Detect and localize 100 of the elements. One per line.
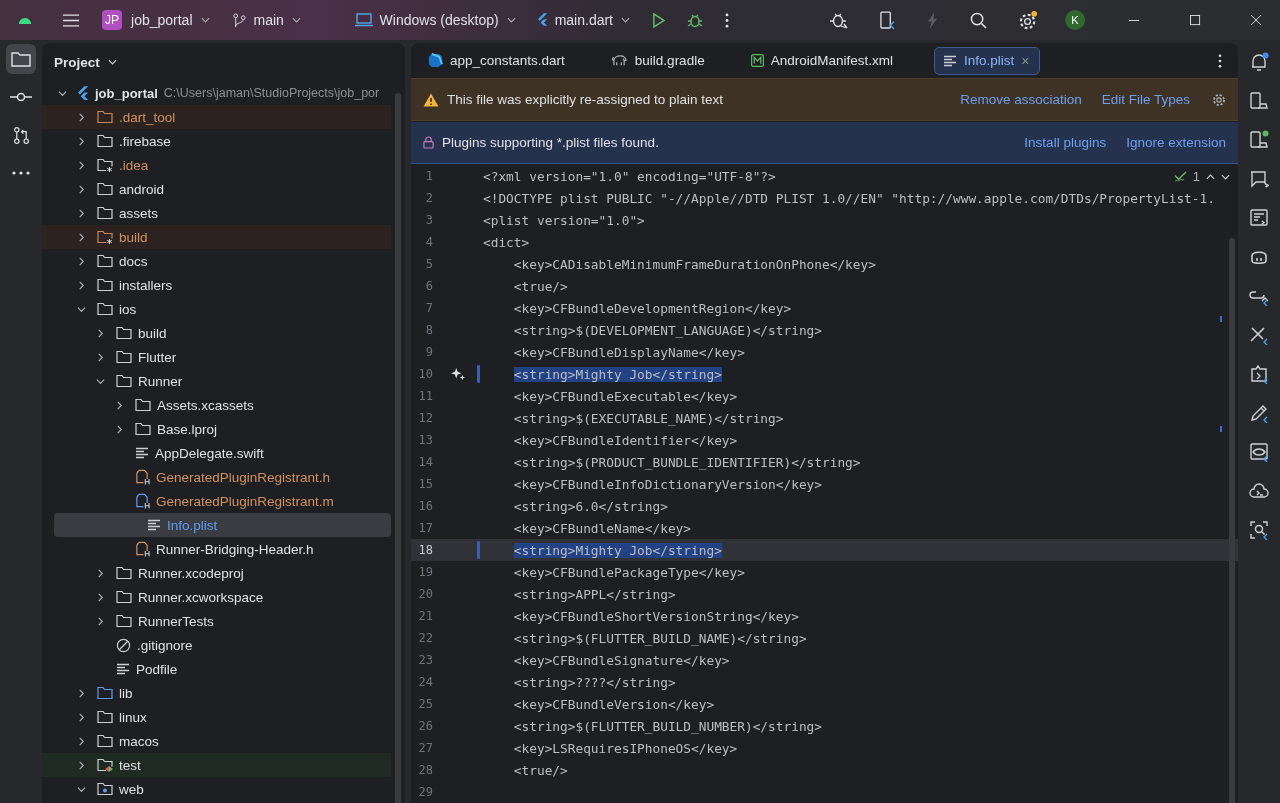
scan-icon[interactable]	[1249, 520, 1269, 540]
phone-icon[interactable]	[1249, 91, 1269, 111]
tools-icon[interactable]	[1249, 325, 1269, 345]
editor-tab[interactable]: AndroidManifest.xml	[745, 46, 904, 75]
android-icon[interactable]	[18, 15, 32, 25]
chevron-icon[interactable]	[76, 136, 86, 146]
chevron-icon[interactable]	[76, 256, 86, 266]
settings-icon[interactable]	[1019, 10, 1038, 30]
tool-window-button[interactable]	[6, 44, 36, 74]
scrollbar[interactable]	[1229, 238, 1235, 803]
chevron-icon[interactable]	[57, 88, 67, 98]
chevron-icon[interactable]	[95, 592, 105, 602]
bell-icon[interactable]	[1249, 52, 1269, 72]
tree-item[interactable]: Info.plist	[54, 513, 391, 537]
tree-item[interactable]: job_portal C:\Users\jaman\StudioProjects\job_por	[42, 81, 391, 105]
tree-item[interactable]: GeneratedPluginRegistrant.h	[42, 465, 391, 489]
tree-item[interactable]: Assets.xcassets	[42, 393, 391, 417]
more-icon[interactable]	[1218, 53, 1222, 68]
scrollbar[interactable]	[395, 93, 401, 803]
tree-item[interactable]: AppDelegate.swift	[42, 441, 391, 465]
user-avatar[interactable]: K	[1065, 10, 1085, 30]
maximize-icon[interactable]	[1190, 14, 1201, 26]
preview-icon[interactable]	[1249, 442, 1269, 462]
chevron-icon[interactable]	[76, 112, 86, 122]
editor-tab[interactable]: Info.plist ×	[933, 46, 1041, 75]
editor-tab[interactable]: app_constants.dart	[423, 46, 576, 75]
chevron-icon[interactable]	[95, 568, 105, 578]
chat-icon[interactable]	[1249, 169, 1269, 189]
chevron-up-icon[interactable]	[1206, 173, 1215, 180]
devices-icon[interactable]	[1249, 130, 1269, 150]
caret-icon[interactable]	[107, 59, 117, 65]
tree-item[interactable]: build	[42, 321, 391, 345]
close-icon[interactable]	[1251, 14, 1262, 26]
tree-item[interactable]: android	[42, 177, 391, 201]
tree-item[interactable]: test	[42, 753, 391, 777]
tree-item[interactable]: .dart_tool	[42, 105, 391, 129]
settings-icon[interactable]	[1212, 92, 1226, 107]
chevron-icon[interactable]	[95, 328, 105, 338]
tree-item[interactable]: assets	[42, 201, 391, 225]
more-icon[interactable]	[725, 12, 729, 28]
chevron-icon[interactable]	[76, 784, 86, 794]
sparkle-icon[interactable]	[451, 367, 465, 381]
tree-item[interactable]: web	[42, 777, 391, 801]
chevron-icon[interactable]	[76, 280, 86, 290]
tree-item[interactable]: macos	[42, 729, 391, 753]
tree-item[interactable]: Base.lproj	[42, 417, 391, 441]
chevron-icon[interactable]	[76, 688, 86, 698]
chevron-icon[interactable]	[114, 424, 124, 434]
panel-title[interactable]: Project	[54, 54, 100, 70]
tree-item[interactable]: build	[42, 225, 391, 249]
editor-tab[interactable]: build.gradle	[605, 46, 716, 75]
inspection-count[interactable]: 1	[1192, 169, 1200, 184]
tree-item[interactable]: lib	[42, 681, 391, 705]
chevron-icon[interactable]	[76, 712, 86, 722]
tree-item[interactable]: GeneratedPluginRegistrant.m	[42, 489, 391, 513]
cloud-icon[interactable]	[1249, 481, 1269, 501]
chevron-icon[interactable]	[76, 760, 86, 770]
chevron-icon[interactable]	[76, 304, 86, 314]
chevron-icon[interactable]	[76, 208, 86, 218]
chevron-icon[interactable]	[95, 376, 105, 386]
bug-icon[interactable]	[687, 12, 703, 28]
chevron-icon[interactable]	[76, 736, 86, 746]
logcat-icon[interactable]	[1249, 208, 1269, 228]
tree-item[interactable]: Podfile	[42, 657, 391, 681]
chevron-icon[interactable]	[76, 232, 86, 242]
banner-link[interactable]: Ignore extension	[1126, 135, 1226, 150]
pencil-icon[interactable]	[1249, 403, 1269, 423]
inspector-icon[interactable]	[1249, 364, 1269, 384]
chevron-icon[interactable]	[76, 184, 86, 194]
tree-item[interactable]: docs	[42, 249, 391, 273]
tree-item[interactable]: Runner-Bridging-Header.h	[42, 537, 391, 561]
banner-link[interactable]: Install plugins	[1024, 135, 1107, 150]
menu-icon[interactable]	[62, 12, 80, 28]
phone-icon[interactable]	[880, 10, 895, 30]
run-config-selector[interactable]: main.dart	[533, 12, 634, 28]
tree-item[interactable]: .gitignore	[42, 633, 391, 657]
bug-icon[interactable]	[830, 11, 848, 29]
tree-item[interactable]: ios	[42, 297, 391, 321]
chevron-down-icon[interactable]	[1221, 173, 1230, 180]
tree-item[interactable]: linux	[42, 705, 391, 729]
tree-item[interactable]: Runner.xcodeproj	[42, 561, 391, 585]
run-icon[interactable]	[652, 12, 665, 28]
tree-item[interactable]: Runner.xcworkspace	[42, 585, 391, 609]
tree-item[interactable]: RunnerTests	[42, 609, 391, 633]
branch-selector[interactable]: main	[227, 12, 305, 28]
device-selector[interactable]: Windows (desktop)	[350, 12, 520, 28]
chevron-icon[interactable]	[95, 352, 105, 362]
tree-item[interactable]: Runner	[42, 369, 391, 393]
chevron-icon[interactable]	[76, 160, 86, 170]
tree-item[interactable]: Flutter	[42, 345, 391, 369]
chevron-icon[interactable]	[114, 400, 124, 410]
check-icon[interactable]	[1173, 171, 1187, 182]
banner-link[interactable]: Edit File Types	[1101, 92, 1190, 107]
project-selector[interactable]: JP job_portal	[98, 10, 214, 30]
tree-item[interactable]: installers	[42, 273, 391, 297]
chevron-icon[interactable]	[95, 616, 105, 626]
close-tab-button[interactable]: ×	[1021, 52, 1030, 69]
search-icon[interactable]	[970, 11, 987, 29]
banner-link[interactable]: Remove association	[960, 92, 1082, 107]
tree-item[interactable]: .idea	[42, 153, 391, 177]
